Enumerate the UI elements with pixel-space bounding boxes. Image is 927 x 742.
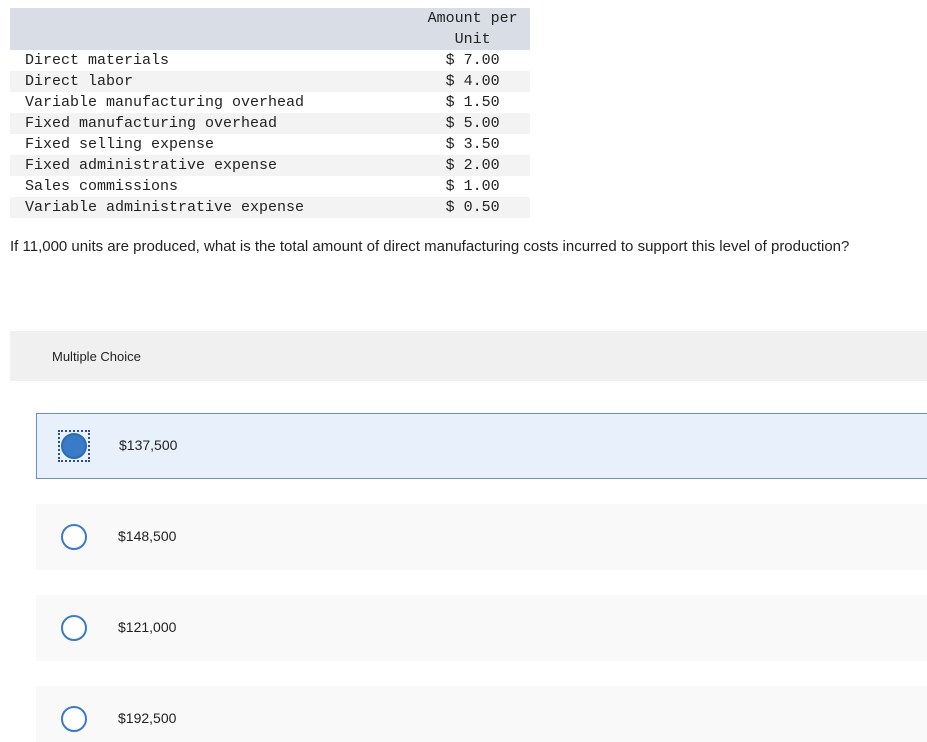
cost-table: Amount per Unit Direct materials $ 7.00 … bbox=[10, 8, 530, 218]
multiple-choice-header: Multiple Choice bbox=[10, 331, 927, 381]
header-line-2: Unit bbox=[454, 31, 491, 48]
row-label: Variable manufacturing overhead bbox=[10, 92, 416, 113]
radio-button[interactable] bbox=[61, 524, 87, 550]
row-label: Fixed administrative expense bbox=[10, 155, 416, 176]
table-row: Fixed manufacturing overhead $ 5.00 bbox=[10, 113, 530, 134]
choice-label: $192,500 bbox=[118, 710, 177, 726]
table-row: Direct labor $ 4.00 bbox=[10, 71, 530, 92]
question-text: If 11,000 units are produced, what is th… bbox=[10, 238, 850, 255]
focus-ring bbox=[58, 430, 90, 462]
choice-label: $121,000 bbox=[118, 619, 177, 635]
radio-button-selected[interactable] bbox=[61, 433, 87, 459]
row-amount: $ 1.50 bbox=[415, 92, 530, 113]
radio-wrap bbox=[58, 703, 90, 735]
radio-wrap bbox=[58, 521, 90, 553]
row-label: Sales commissions bbox=[10, 176, 416, 197]
table-row: Direct materials $ 7.00 bbox=[10, 50, 530, 71]
choice-label: $137,500 bbox=[119, 437, 178, 453]
choice-option-4[interactable]: $192,500 bbox=[36, 686, 927, 742]
row-amount: $ 4.00 bbox=[415, 71, 530, 92]
choice-option-1[interactable]: $137,500 bbox=[36, 413, 927, 479]
row-label: Fixed selling expense bbox=[10, 134, 416, 155]
row-amount: $ 5.00 bbox=[415, 113, 530, 134]
radio-button[interactable] bbox=[61, 615, 87, 641]
table-row: Variable manufacturing overhead $ 1.50 bbox=[10, 92, 530, 113]
table-row: Variable administrative expense $ 0.50 bbox=[10, 197, 530, 218]
table-row: Fixed selling expense $ 3.50 bbox=[10, 134, 530, 155]
row-label: Direct materials bbox=[10, 50, 416, 71]
header-line-1: Amount per bbox=[427, 10, 518, 27]
multiple-choice-label: Multiple Choice bbox=[52, 349, 141, 364]
table-header-label bbox=[10, 8, 416, 50]
row-amount: $ 3.50 bbox=[415, 134, 530, 155]
radio-wrap bbox=[58, 612, 90, 644]
row-label: Variable administrative expense bbox=[10, 197, 416, 218]
table-row: Fixed administrative expense $ 2.00 bbox=[10, 155, 530, 176]
choice-option-3[interactable]: $121,000 bbox=[36, 595, 927, 661]
row-amount: $ 1.00 bbox=[415, 176, 530, 197]
table-header-row: Amount per Unit bbox=[10, 8, 530, 50]
table-header-amount: Amount per Unit bbox=[415, 8, 530, 50]
choice-label: $148,500 bbox=[118, 528, 177, 544]
radio-button[interactable] bbox=[61, 706, 87, 732]
row-amount: $ 0.50 bbox=[415, 197, 530, 218]
choice-option-2[interactable]: $148,500 bbox=[36, 504, 927, 570]
row-amount: $ 7.00 bbox=[415, 50, 530, 71]
row-label: Fixed manufacturing overhead bbox=[10, 113, 416, 134]
row-amount: $ 2.00 bbox=[415, 155, 530, 176]
row-label: Direct labor bbox=[10, 71, 416, 92]
table-row: Sales commissions $ 1.00 bbox=[10, 176, 530, 197]
